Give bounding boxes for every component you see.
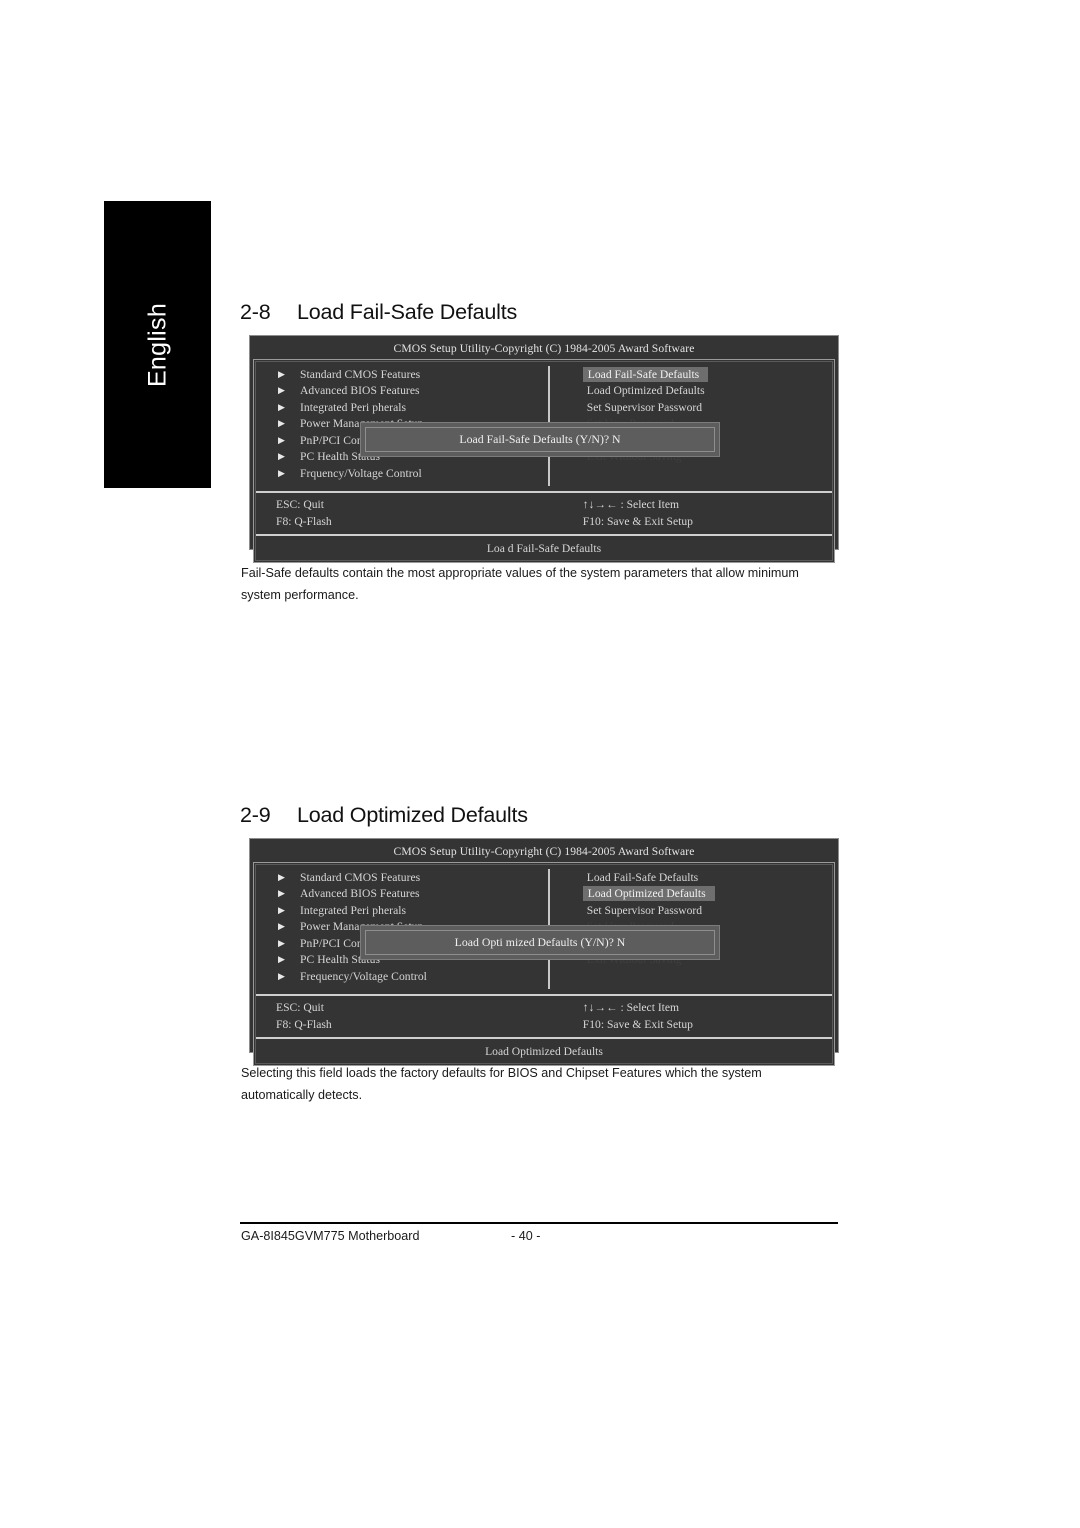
bios-menu-item[interactable]: ▶ Advanced BIOS Features bbox=[278, 886, 548, 903]
bios-key-help: ESC: Quit F8: Q-Flash ↑↓→← : Select Item… bbox=[254, 493, 834, 534]
bullet-arrow-icon: ▶ bbox=[278, 385, 285, 396]
confirm-dialog[interactable]: Load Fail-Safe Defaults (Y/N)? N bbox=[360, 422, 720, 457]
bios-menu-item-label: Load Fail-Safe Defaults bbox=[582, 366, 709, 382]
bios-body: ▶ Standard CMOS Features ▶ Advanced BIOS… bbox=[253, 359, 835, 563]
bios-menu-item-label: Advanced BIOS Features bbox=[300, 887, 420, 901]
bios-menu-item-label: Load Optimized Defaults bbox=[582, 886, 715, 902]
bullet-arrow-icon: ▶ bbox=[278, 434, 285, 445]
bios-menu-item[interactable]: Load Fail-Safe Defaults bbox=[583, 869, 834, 886]
bios-menu-item[interactable]: Load Optimized Defaults bbox=[583, 383, 834, 400]
footer-divider bbox=[240, 1222, 838, 1224]
key-hint-select-item: ↑↓→← : Select Item bbox=[582, 498, 680, 511]
bios-menu-item-label: Integrated Peri pherals bbox=[300, 903, 407, 917]
bullet-arrow-icon: ▶ bbox=[278, 970, 285, 981]
section-number: 2-9 bbox=[240, 803, 271, 827]
bios-menu-item-label: Integrated Peri pherals bbox=[300, 400, 407, 414]
section-heading-2-8: 2-8 Load Fail-Safe Defaults bbox=[240, 300, 517, 325]
bullet-arrow-icon: ▶ bbox=[278, 418, 285, 429]
bios-menu-item-label: Standard CMOS Features bbox=[300, 367, 421, 381]
bios-menu-item-selected[interactable]: Load Fail-Safe Defaults bbox=[582, 366, 834, 383]
key-hint-esc: ESC: Quit bbox=[276, 1001, 324, 1014]
bios-menu: ▶ Standard CMOS Features ▶ Advanced BIOS… bbox=[254, 360, 834, 491]
bios-menu-item[interactable]: Set Supervisor Password bbox=[583, 399, 834, 416]
bios-menu-item[interactable]: ▶ Frequency/Voltage Control bbox=[278, 968, 548, 985]
bios-screenshot-optimized: CMOS Setup Utility-Copyright (C) 1984-20… bbox=[249, 838, 839, 1066]
bullet-arrow-icon: ▶ bbox=[278, 401, 285, 412]
page-footer: GA-8I845GVM775 Motherboard - 40 - bbox=[240, 1229, 838, 1249]
bios-menu-item-selected[interactable]: Load Optimized Defaults bbox=[582, 886, 834, 903]
confirm-dialog-text: Load Opti mized Defaults (Y/N)? N bbox=[365, 930, 715, 955]
key-hint-qflash: F8: Q-Flash bbox=[276, 515, 332, 528]
bios-menu: ▶ Standard CMOS Features ▶ Advanced BIOS… bbox=[254, 863, 834, 994]
bios-body: ▶ Standard CMOS Features ▶ Advanced BIOS… bbox=[253, 862, 835, 1066]
key-hint-esc: ESC: Quit bbox=[276, 498, 324, 511]
bios-menu-item-label: Frquency/Voltage Control bbox=[300, 466, 422, 480]
footer-page-number: - 40 - bbox=[511, 1229, 541, 1243]
page-content: 2-8 Load Fail-Safe Defaults CMOS Setup U… bbox=[240, 0, 840, 1528]
bios-status-bar: Load Optimized Defaults bbox=[485, 1045, 603, 1058]
bios-menu-item[interactable]: ▶ Advanced BIOS Features bbox=[278, 383, 548, 400]
bullet-arrow-icon: ▶ bbox=[278, 451, 285, 462]
bios-menu-item[interactable]: Set Supervisor Password bbox=[583, 902, 834, 919]
language-tab: English bbox=[104, 201, 211, 488]
bios-menu-item-label: Standard CMOS Features bbox=[300, 870, 421, 884]
bios-menu-item-label: Frequency/Voltage Control bbox=[300, 969, 427, 983]
key-hint-save-exit: F10: Save & Exit Setup bbox=[582, 515, 693, 528]
bullet-arrow-icon: ▶ bbox=[278, 871, 285, 882]
bios-menu-item[interactable]: ▶ Standard CMOS Features bbox=[278, 869, 548, 886]
bullet-arrow-icon: ▶ bbox=[278, 937, 285, 948]
bios-menu-item[interactable]: ▶ Integrated Peri pherals bbox=[278, 399, 548, 416]
section-number: 2-8 bbox=[240, 300, 271, 324]
bios-screenshot-fail-safe: CMOS Setup Utility-Copyright (C) 1984-20… bbox=[249, 335, 839, 563]
key-hint-qflash: F8: Q-Flash bbox=[276, 1018, 332, 1031]
bullet-arrow-icon: ▶ bbox=[278, 921, 285, 932]
confirm-dialog-text: Load Fail-Safe Defaults (Y/N)? N bbox=[365, 427, 715, 452]
confirm-dialog[interactable]: Load Opti mized Defaults (Y/N)? N bbox=[360, 925, 720, 960]
bios-menu-item[interactable]: ▶ Integrated Peri pherals bbox=[278, 902, 548, 919]
section-title: Load Optimized Defaults bbox=[297, 803, 528, 827]
bios-key-help-right: ↑↓→← : Select Item F10: Save & Exit Setu… bbox=[550, 496, 834, 530]
key-hint-save-exit: F10: Save & Exit Setup bbox=[582, 1018, 693, 1031]
section-paragraph-2-9: Selecting this field loads the factory d… bbox=[241, 1066, 762, 1102]
bios-key-help-right: ↑↓→← : Select Item F10: Save & Exit Setu… bbox=[550, 999, 834, 1033]
bullet-arrow-icon: ▶ bbox=[278, 954, 285, 965]
bullet-arrow-icon: ▶ bbox=[278, 888, 285, 899]
bios-menu-item-label: Advanced BIOS Features bbox=[300, 384, 420, 398]
footer-product-name: GA-8I845GVM775 Motherboard bbox=[241, 1229, 420, 1243]
bios-status-bar: Loa d Fail-Safe Defaults bbox=[486, 542, 602, 555]
section-heading-2-9: 2-9 Load Optimized Defaults bbox=[240, 803, 528, 828]
bios-title-bar: CMOS Setup Utility-Copyright (C) 1984-20… bbox=[393, 845, 695, 858]
bullet-arrow-icon: ▶ bbox=[278, 467, 285, 478]
bios-key-help-left: ESC: Quit F8: Q-Flash bbox=[254, 496, 550, 530]
section-title: Load Fail-Safe Defaults bbox=[297, 300, 518, 324]
bullet-arrow-icon: ▶ bbox=[278, 368, 285, 379]
bios-menu-item-label: Set Supervisor Password bbox=[586, 903, 703, 917]
bios-title-bar: CMOS Setup Utility-Copyright (C) 1984-20… bbox=[393, 342, 695, 355]
bios-menu-item[interactable]: ▶ Frquency/Voltage Control bbox=[278, 465, 548, 482]
bullet-arrow-icon: ▶ bbox=[278, 904, 285, 915]
language-tab-label: English bbox=[143, 302, 171, 387]
bios-key-help-left: ESC: Quit F8: Q-Flash bbox=[254, 999, 550, 1033]
bios-key-help: ESC: Quit F8: Q-Flash ↑↓→← : Select Item… bbox=[254, 996, 834, 1037]
bios-menu-item-label: Load Optimized Defaults bbox=[586, 384, 705, 398]
section-paragraph-2-8: Fail-Safe defaults contain the most appr… bbox=[241, 566, 799, 602]
bios-menu-item-label: Set Supervisor Password bbox=[586, 400, 703, 414]
bios-menu-item-label: Load Fail-Safe Defaults bbox=[586, 870, 699, 884]
bios-menu-item[interactable]: ▶ Standard CMOS Features bbox=[278, 366, 548, 383]
key-hint-select-item: ↑↓→← : Select Item bbox=[582, 1001, 680, 1014]
